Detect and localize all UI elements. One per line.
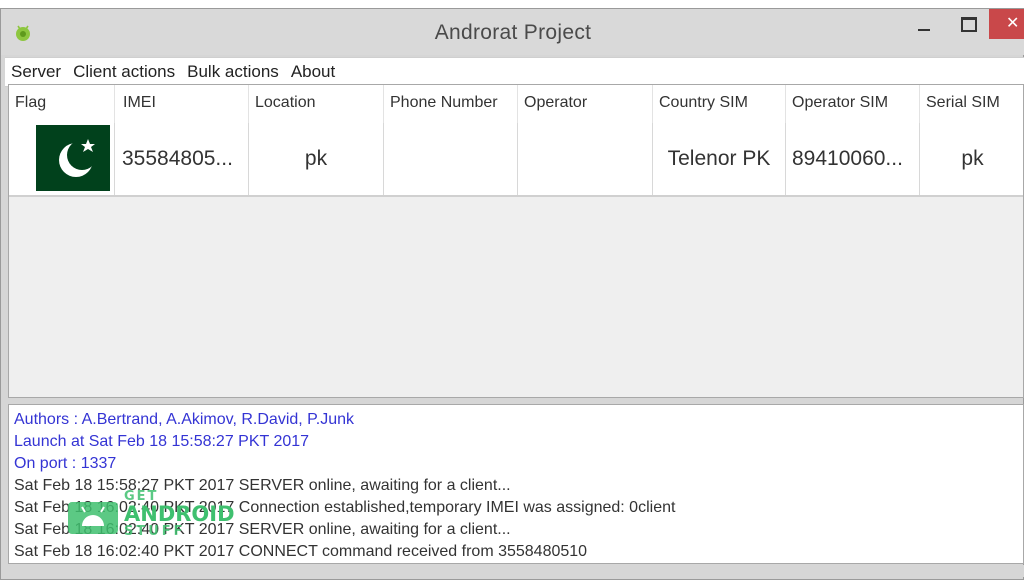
cell-location: pk [249,123,384,195]
status-strip [8,565,1024,577]
maximize-button[interactable] [949,9,983,39]
column-header-operator[interactable]: Operator [518,85,653,123]
minimize-button[interactable] [907,9,941,39]
log-entry: Sat Feb 18 16:02:40 PKT 2017 CONNECT com… [14,543,588,560]
menu-client-actions[interactable]: Client actions [67,58,181,86]
cell-operator [518,123,653,195]
table-row[interactable]: 35584805... pk Telenor PK 89410060... pk [9,123,1023,197]
cell-serial-sim: pk [961,147,984,170]
menu-server[interactable]: Server [5,58,67,86]
cell-phone-number [384,123,518,195]
log-launch: Launch at Sat Feb 18 15:58:27 PKT 2017 [14,433,310,450]
column-header-serial-sim[interactable]: Serial SIM [920,85,1023,123]
close-button[interactable] [989,9,1024,39]
column-header-flag[interactable]: Flag [9,85,115,123]
flag-cell [9,123,115,195]
cell-imei: 35584805... [115,123,249,195]
watermark-logo: GET ANDROID STUFF [66,490,256,540]
title-bar[interactable]: Androrat Project [1,9,1024,55]
log-port: On port : 1337 [14,455,117,472]
column-header-imei[interactable]: IMEI [115,85,249,123]
clients-table: Flag IMEI Location Phone Number Operator… [8,84,1024,398]
pakistan-flag-icon [36,125,110,191]
menu-about[interactable]: About [285,58,341,86]
watermark-line-3: STUFF [124,524,186,539]
column-header-phone-number[interactable]: Phone Number [384,85,518,123]
window-title: Androrat Project [434,21,592,44]
table-header: Flag IMEI Location Phone Number Operator… [9,85,1023,123]
menu-bulk-actions[interactable]: Bulk actions [181,58,285,86]
column-header-country-sim[interactable]: Country SIM [653,85,786,123]
log-console[interactable]: Authors : A.Bertrand, A.Akimov, R.David,… [8,404,1024,564]
android-watermark-icon [68,502,118,534]
column-header-operator-sim[interactable]: Operator SIM [786,85,920,123]
watermark-line-1: GET [124,489,159,504]
watermark-line-2: ANDROID [124,502,235,526]
log-authors: Authors : A.Bertrand, A.Akimov, R.David,… [14,411,355,428]
cell-operator-sim: 89410060... [786,123,920,195]
cell-country-sim: Telenor PK [653,123,786,195]
column-header-location[interactable]: Location [249,85,384,123]
menu-bar: Server Client actions Bulk actions About [5,57,1024,87]
